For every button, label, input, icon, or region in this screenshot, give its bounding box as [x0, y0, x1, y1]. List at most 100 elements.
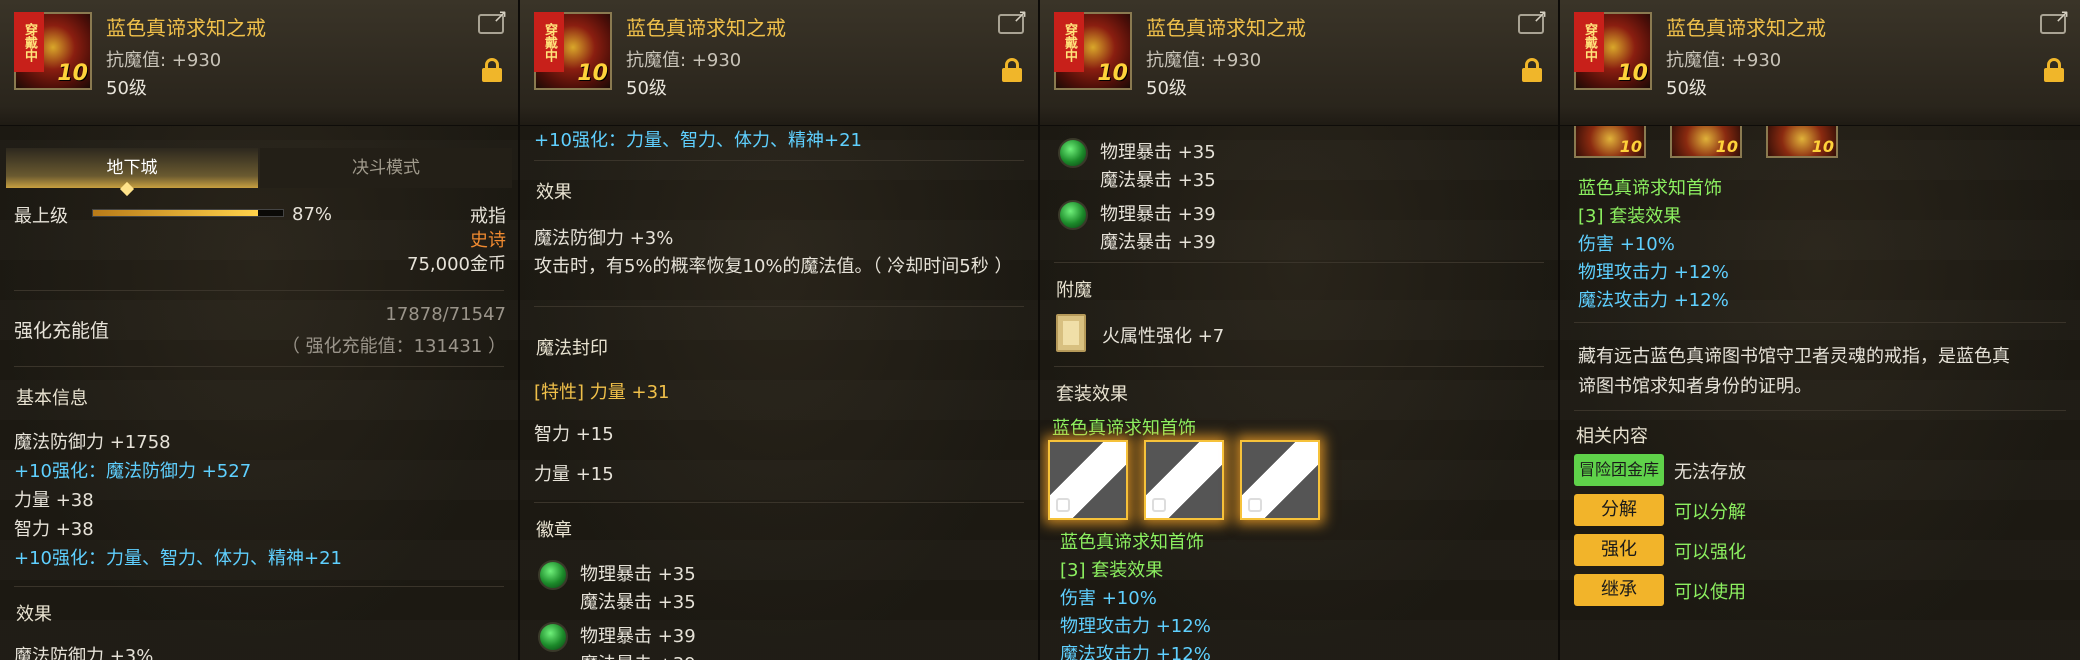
effect-line: 魔法防御力 +3%: [534, 228, 674, 249]
anti-magic-value: 抗魔值: +930: [1146, 50, 1262, 71]
stat-line: 智力 +38: [14, 519, 94, 540]
effect-title: 效果: [536, 182, 572, 203]
share-icon[interactable]: [478, 6, 508, 34]
badge-account-vault: 冒险团金库: [1574, 454, 1664, 486]
set-name: 蓝色真谛求知首饰: [1060, 532, 1204, 553]
upgrade-number: 10: [1617, 61, 1648, 86]
item-price: 75,000金币: [407, 254, 506, 275]
item-icon[interactable]: 穿戴中 10: [14, 12, 92, 90]
enchant-line: 火属性强化 +7: [1102, 326, 1225, 347]
share-icon[interactable]: [998, 6, 1028, 34]
set-effect-title: 套装效果: [1056, 384, 1128, 405]
enchant-title: 附魔: [1056, 280, 1092, 301]
stat-line: +10强化：力量、智力、体力、精神+21: [534, 130, 862, 151]
upgrade-number: 10: [1097, 61, 1128, 86]
badge-disassemble[interactable]: 分解: [1574, 494, 1664, 526]
grade-label: 最上级: [14, 206, 68, 227]
set-line: 伤害 +10%: [1060, 588, 1157, 609]
item-level: 50级: [626, 78, 667, 99]
lock-icon[interactable]: [1522, 58, 1542, 82]
item-type: 戒指: [470, 206, 506, 227]
green-gem-icon: [1058, 138, 1088, 168]
set-item-icon[interactable]: [1144, 440, 1224, 520]
item-title: 蓝色真谛求知之戒: [106, 16, 266, 40]
effect-line: 魔法防御力 +3%: [14, 646, 154, 660]
item-title: 蓝色真谛求知之戒: [1146, 16, 1306, 40]
set-line: 魔法攻击力 +12%: [1060, 644, 1211, 660]
related-text: 可以使用: [1674, 582, 1746, 603]
green-gem-icon: [1058, 200, 1088, 230]
set-line: 物理攻击力 +12%: [1578, 262, 1729, 283]
tab-dungeon[interactable]: 地下城: [6, 148, 258, 188]
stat-line: +10强化：力量、智力、体力、精神+21: [14, 548, 342, 569]
set-line: 物理攻击力 +12%: [1060, 616, 1211, 637]
stat-line: 力量 +38: [14, 490, 94, 511]
equipped-tag: 穿戴中: [1054, 12, 1084, 72]
grade-bar: [92, 209, 284, 217]
set-item-icon[interactable]: [1048, 440, 1128, 520]
tooltip-panel-1: 穿戴中 10 蓝色真谛求知之戒 抗魔值: +930 50级 地下城 决斗模式 最…: [0, 0, 520, 660]
emblem-stat: 物理暴击 +35: [580, 564, 696, 585]
item-icon[interactable]: 穿戴中 10: [1054, 12, 1132, 90]
upgrade-number: 10: [577, 61, 608, 86]
set-count: [3] 套装效果: [1578, 206, 1682, 227]
lock-icon: [1248, 498, 1262, 512]
lock-icon[interactable]: [2044, 58, 2064, 82]
anti-magic-value: 抗魔值: +930: [1666, 50, 1782, 71]
item-title: 蓝色真谛求知之戒: [626, 16, 786, 40]
grade-percent: 87%: [292, 204, 333, 225]
item-description: 藏有远古蓝色真谛图书馆守卫者灵魂的戒指，是蓝色真: [1578, 346, 2010, 367]
lock-icon[interactable]: [1002, 58, 1022, 82]
anti-magic-value: 抗魔值: +930: [106, 50, 222, 71]
item-title: 蓝色真谛求知之戒: [1666, 16, 1826, 40]
emblem-stat: 魔法暴击 +39: [580, 650, 696, 660]
emblem-stat: 魔法暴击 +35: [580, 592, 696, 613]
tooltip-panel-4: 穿戴中 10 蓝色真谛求知之戒 抗魔值: +930 50级 10 10 10 蓝…: [1560, 0, 2080, 660]
item-level: 50级: [1666, 78, 1707, 99]
charge-value: 17878/71547: [385, 304, 506, 325]
green-gem-icon: [538, 560, 568, 590]
lock-icon[interactable]: [482, 58, 502, 82]
equipped-tag: 穿戴中: [534, 12, 564, 72]
item-rarity: 史诗: [470, 230, 506, 251]
stat-line: 魔法防御力 +1758: [14, 432, 171, 453]
seal-line: 力量 +15: [534, 464, 614, 485]
seal-title: 魔法封印: [536, 338, 608, 359]
effect-line: 攻击时，有5%的概率恢复10%的魔法值。（ 冷却时间5秒 ）: [534, 256, 1013, 277]
tab-pvp[interactable]: 决斗模式: [260, 148, 512, 188]
emblem-title: 徽章: [536, 520, 572, 541]
item-icon[interactable]: 穿戴中 10: [1574, 12, 1652, 90]
equipped-tag: 穿戴中: [14, 12, 44, 72]
item-description: 谛图书馆求知者身份的证明。: [1578, 376, 1812, 397]
badge-reinforce[interactable]: 强化: [1574, 534, 1664, 566]
item-level: 50级: [1146, 78, 1187, 99]
set-name: 蓝色真谛求知首饰: [1052, 418, 1196, 439]
effect-title: 效果: [16, 604, 52, 625]
item-header: 穿戴中 10 蓝色真谛求知之戒 抗魔值: +930 50级: [1040, 0, 1558, 126]
lock-icon: [1056, 498, 1070, 512]
item-icon[interactable]: 穿戴中 10: [534, 12, 612, 90]
mode-tabs: 地下城 决斗模式: [6, 148, 514, 188]
upgrade-number: 10: [57, 61, 88, 86]
basic-info-title: 基本信息: [16, 388, 88, 409]
tooltip-panel-2: 穿戴中 10 蓝色真谛求知之戒 抗魔值: +930 50级 +10强化：力量、智…: [520, 0, 1040, 660]
share-icon[interactable]: [2040, 6, 2070, 34]
emblem-stat: 物理暴击 +39: [1100, 204, 1216, 225]
item-header: 穿戴中 10 蓝色真谛求知之戒 抗魔值: +930 50级: [520, 0, 1038, 126]
related-text: 可以分解: [1674, 502, 1746, 523]
item-header: 穿戴中 10 蓝色真谛求知之戒 抗魔值: +930 50级: [0, 0, 518, 126]
emblem-stat: 魔法暴击 +35: [1100, 170, 1216, 191]
badge-inherit[interactable]: 继承: [1574, 574, 1664, 606]
set-line: 伤害 +10%: [1578, 234, 1675, 255]
seal-line: [特性] 力量 +31: [534, 382, 670, 403]
anti-magic-value: 抗魔值: +930: [626, 50, 742, 71]
set-name: 蓝色真谛求知首饰: [1578, 178, 1722, 199]
seal-line: 智力 +15: [534, 424, 614, 445]
share-icon[interactable]: [1518, 6, 1548, 34]
equipped-tag: 穿戴中: [1574, 12, 1604, 72]
set-item-icon[interactable]: [1240, 440, 1320, 520]
related-title: 相关内容: [1576, 426, 1648, 447]
tooltip-panel-3: 穿戴中 10 蓝色真谛求知之戒 抗魔值: +930 50级 物理暴击 +35 魔…: [1040, 0, 1560, 660]
related-text: 无法存放: [1674, 462, 1746, 483]
set-line: 魔法攻击力 +12%: [1578, 290, 1729, 311]
